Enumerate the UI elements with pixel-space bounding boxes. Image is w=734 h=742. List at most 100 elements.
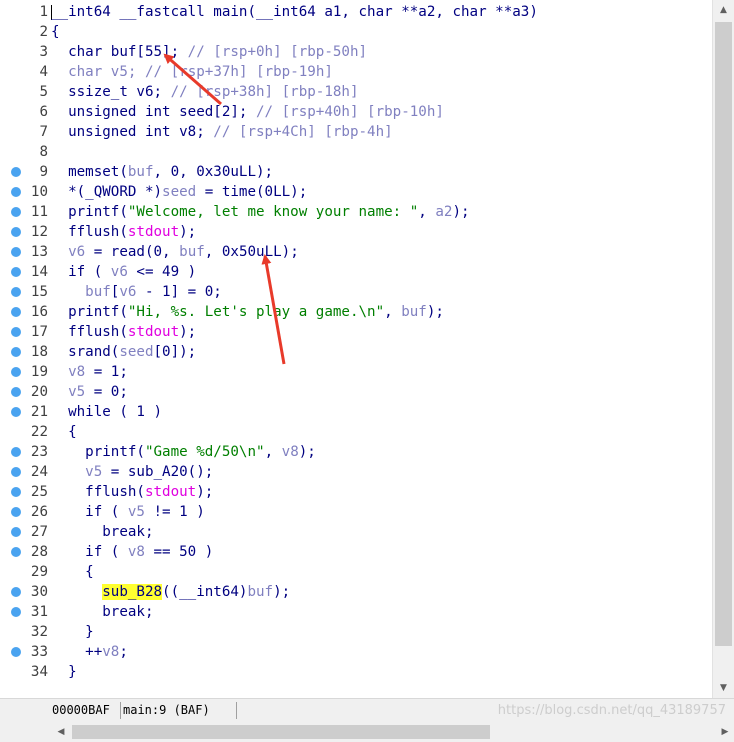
code-line[interactable]: 27 break; (0, 522, 712, 542)
line-number: 18 (30, 344, 48, 360)
vertical-scrollbar[interactable]: ▲ ▼ (712, 0, 734, 698)
code-line[interactable]: 7 unsigned int v8; // [rsp+4Ch] [rbp-4h] (0, 122, 712, 142)
code-token: ; (127, 64, 145, 80)
code-token: ); (298, 444, 316, 460)
code-token: ); (426, 304, 444, 320)
code-line[interactable]: 5 ssize_t v6; // [rsp+38h] [rbp-18h] (0, 82, 712, 102)
code-line[interactable]: 14 if ( v6 <= 49 ) (0, 262, 712, 282)
code-line[interactable]: 33 ++v8; (0, 642, 712, 662)
code-line[interactable]: 2{ (0, 22, 712, 42)
code-line[interactable]: 22 { (0, 422, 712, 442)
code-token: unsigned int seed[2]; (51, 104, 256, 120)
code-token: = time(0LL); (196, 184, 308, 200)
scroll-down-icon[interactable]: ▼ (713, 678, 734, 698)
code-line[interactable]: 1 __int64 __fastcall main(__int64 a1, cha… (0, 2, 712, 22)
code-line[interactable]: 19 v8 = 1; (0, 362, 712, 382)
code-token: ); (179, 224, 197, 240)
code-token: if ( (51, 544, 128, 560)
code-token: , 0, 0x30uLL); (153, 164, 274, 180)
code-line[interactable]: 6 unsigned int seed[2]; // [rsp+40h] [rb… (0, 102, 712, 122)
code-text: v6 = read(0, buf, 0x50uLL); (51, 242, 299, 262)
code-token: ssize_t v6; (51, 84, 171, 100)
code-line[interactable]: 30 sub_B28((__int64)buf); (0, 582, 712, 602)
code-line[interactable]: 17 fflush(stdout); (0, 322, 712, 342)
code-token: ; (119, 644, 128, 660)
code-line[interactable]: 3 char buf[55]; // [rsp+0h] [rbp-50h] (0, 42, 712, 62)
code-line[interactable]: 20 v5 = 0; (0, 382, 712, 402)
line-number: 31 (30, 604, 48, 620)
code-text: v5 = sub_A20(); (51, 462, 213, 482)
code-line[interactable]: 9 memset(buf, 0, 0x30uLL); (0, 162, 712, 182)
code-text: buf[v6 - 1] = 0; (51, 282, 222, 302)
code-line[interactable]: 29 { (0, 562, 712, 582)
code-token: "Hi, %s. Let's play a game.\n" (127, 304, 385, 320)
scroll-right-icon[interactable]: ▶ (716, 722, 734, 742)
code-text: *(_QWORD *)seed = time(0LL); (51, 182, 307, 202)
code-token: v6 (68, 244, 86, 260)
code-token: printf( (51, 304, 128, 320)
line-number: 27 (30, 524, 48, 540)
code-token: ); (196, 484, 214, 500)
code-text: fflush(stdout); (51, 482, 213, 502)
hscroll-thumb[interactable] (72, 725, 490, 739)
code-token: { (51, 564, 94, 580)
code-text: printf("Hi, %s. Let's play a game.\n", b… (51, 302, 444, 322)
line-number: 29 (30, 564, 48, 580)
code-text: if ( v5 != 1 ) (51, 502, 205, 522)
code-text: ssize_t v6; // [rsp+38h] [rbp-18h] (51, 82, 358, 102)
code-line[interactable]: 8 (0, 142, 712, 162)
code-token: seed (162, 184, 197, 200)
scroll-up-icon[interactable]: ▲ (713, 0, 734, 20)
code-token: fflush( (51, 484, 145, 500)
code-line[interactable]: 11 printf("Welcome, let me know your nam… (0, 202, 712, 222)
code-line[interactable]: 15 buf[v6 - 1] = 0; (0, 282, 712, 302)
code-token: break; (51, 524, 154, 540)
status-divider (236, 702, 237, 719)
line-number: 13 (30, 244, 48, 260)
code-line[interactable]: 12 fflush(stdout); (0, 222, 712, 242)
code-token: v5 (110, 64, 128, 80)
code-line[interactable]: 18 srand(seed[0]); (0, 342, 712, 362)
code-text: memset(buf, 0, 0x30uLL); (51, 162, 273, 182)
line-number: 5 (39, 84, 48, 100)
code-text: break; (51, 522, 154, 542)
code-token: printf( (51, 444, 145, 460)
code-line[interactable]: 25 fflush(stdout); (0, 482, 712, 502)
line-number: 34 (30, 664, 48, 680)
code-line[interactable]: 31 break; (0, 602, 712, 622)
line-number: 12 (30, 224, 48, 240)
code-text: sub_B28((__int64)buf); (51, 582, 290, 602)
scroll-left-icon[interactable]: ◀ (52, 722, 70, 742)
code-text: fflush(stdout); (51, 322, 196, 342)
code-line[interactable]: 32 } (0, 622, 712, 642)
code-line[interactable]: 10 *(_QWORD *)seed = time(0LL); (0, 182, 712, 202)
code-token: - 1] = 0; (136, 284, 222, 300)
code-token: ++ (51, 644, 103, 660)
code-line[interactable]: 21 while ( 1 ) (0, 402, 712, 422)
code-token: buf (85, 284, 111, 300)
code-line[interactable]: 34 } (0, 662, 712, 682)
code-text: } (51, 622, 94, 642)
pseudocode-editor[interactable]: 1 __int64 __fastcall main(__int64 a1, cha… (0, 0, 712, 698)
code-token: = read(0, (85, 244, 180, 260)
horizontal-scrollbar[interactable]: ◀ ▶ (52, 722, 734, 742)
line-number: 15 (30, 284, 48, 300)
code-line[interactable]: 23 printf("Game %d/50\n", v8); (0, 442, 712, 462)
line-number: 10 (30, 184, 48, 200)
code-line[interactable]: 4 char v5; // [rsp+37h] [rbp-19h] (0, 62, 712, 82)
code-token[interactable]: sub_B28 (102, 584, 163, 600)
code-line[interactable]: 16 printf("Hi, %s. Let's play a game.\n"… (0, 302, 712, 322)
code-line[interactable]: 28 if ( v8 == 50 ) (0, 542, 712, 562)
code-token: buf (401, 304, 427, 320)
scroll-thumb[interactable] (715, 22, 732, 646)
code-line[interactable]: 13 v6 = read(0, buf, 0x50uLL); (0, 242, 712, 262)
code-text: while ( 1 ) (51, 402, 162, 422)
code-line[interactable]: 24 v5 = sub_A20(); (0, 462, 712, 482)
code-token: "Welcome, let me know your name: " (127, 204, 419, 220)
code-line[interactable]: 26 if ( v5 != 1 ) (0, 502, 712, 522)
